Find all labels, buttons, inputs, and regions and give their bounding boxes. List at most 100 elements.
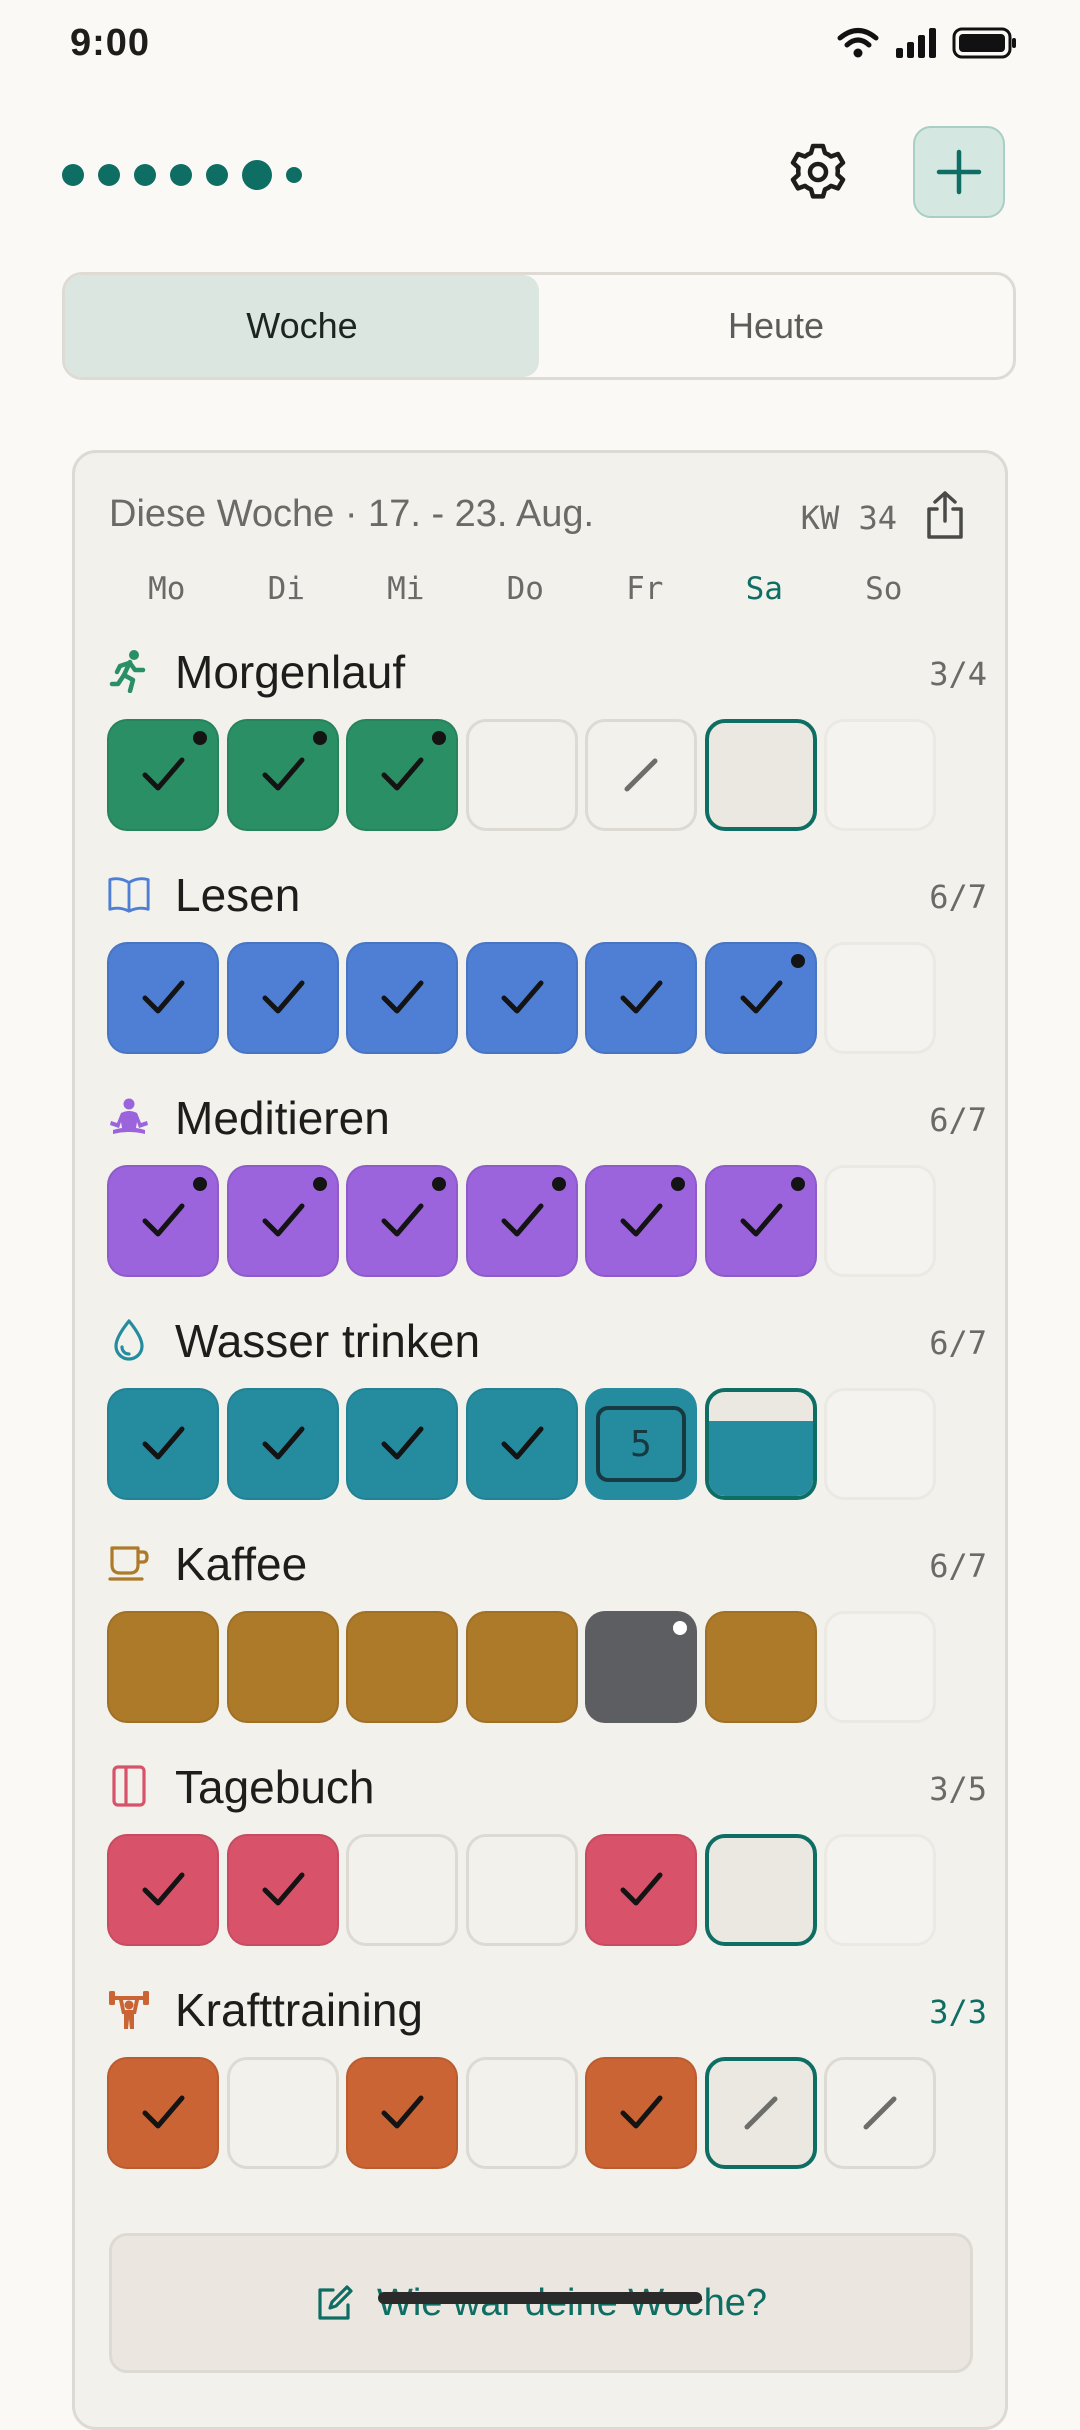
habit-day-cells: 5 — [107, 1388, 936, 1500]
habit-name: Krafttraining — [175, 1984, 424, 2036]
week-title: Diese Woche · 17. - 23. Aug. — [109, 493, 595, 535]
day-cell-done[interactable] — [346, 2057, 458, 2169]
note-indicator-dot — [193, 1177, 207, 1191]
habit-progress-count: 3/3 — [929, 1993, 987, 2031]
weekday-label: Fr — [626, 571, 664, 607]
day-cell-done[interactable] — [346, 719, 458, 831]
day-cell-done[interactable] — [585, 942, 697, 1054]
day-cell-skipped[interactable] — [824, 2057, 936, 2169]
habit-name: Tagebuch — [175, 1761, 375, 1813]
habit-day-cells — [107, 2057, 936, 2169]
day-cell-done[interactable] — [346, 942, 458, 1054]
day-cell-done[interactable] — [465, 1165, 578, 1277]
note-indicator-dot — [671, 1177, 685, 1191]
day-cell-done[interactable] — [226, 1388, 339, 1500]
habit-progress-count: 6/7 — [929, 878, 987, 916]
day-cell-empty[interactable] — [465, 719, 578, 831]
habit-day-cells — [107, 1165, 936, 1277]
day-cell-done[interactable] — [585, 2057, 697, 2169]
day-cell-done[interactable] — [346, 1611, 458, 1723]
habit-row[interactable]: Morgenlauf 3/4 — [107, 641, 987, 851]
day-cell-partial[interactable] — [704, 1388, 817, 1500]
settings-button[interactable] — [782, 136, 854, 208]
habit-name: Meditieren — [175, 1092, 390, 1144]
running-icon — [107, 649, 151, 693]
day-cell-done[interactable] — [346, 1165, 458, 1277]
day-cell-done[interactable] — [107, 719, 219, 831]
share-button[interactable] — [921, 489, 969, 541]
day-cell-empty[interactable] — [465, 1834, 578, 1946]
gear-icon — [790, 143, 846, 199]
day-cell-future[interactable] — [824, 719, 936, 831]
book-icon — [107, 872, 151, 916]
day-cell-future[interactable] — [824, 1388, 936, 1500]
plus-icon — [936, 149, 982, 195]
habit-name: Kaffee — [175, 1538, 308, 1590]
note-indicator-dot — [193, 731, 207, 745]
habit-day-cells — [107, 942, 936, 1054]
day-cell-done[interactable] — [107, 1611, 219, 1723]
tab-woche[interactable]: Woche — [65, 275, 539, 377]
day-cell-done[interactable] — [465, 942, 578, 1054]
day-cell-done[interactable] — [465, 1611, 578, 1723]
day-cell-future[interactable] — [824, 1834, 936, 1946]
signal-icon — [896, 28, 936, 58]
day-cell-done[interactable] — [585, 1165, 697, 1277]
habit-progress-count: 6/7 — [929, 1547, 987, 1585]
day-cell-empty[interactable] — [465, 2057, 578, 2169]
water-drop-icon — [107, 1318, 151, 1362]
wifi-icon — [837, 28, 879, 58]
weekday-label: Di — [267, 571, 305, 607]
note-indicator-dot — [432, 1177, 446, 1191]
day-cell-future[interactable] — [824, 942, 936, 1054]
day-cell-done[interactable] — [107, 1165, 219, 1277]
day-cell-empty[interactable] — [346, 1834, 458, 1946]
habit-name: Morgenlauf — [175, 646, 406, 698]
note-indicator-dot — [790, 1177, 805, 1191]
day-cell-empty[interactable] — [226, 2057, 339, 2169]
day-cell-done[interactable] — [704, 942, 817, 1054]
day-cell-exceeded[interactable] — [585, 1611, 697, 1723]
edit-note-icon — [318, 2285, 353, 2320]
status-time: 9:00 — [70, 22, 151, 64]
day-cell-done[interactable] — [226, 1165, 339, 1277]
calendar-week-label: KW 34 — [800, 499, 897, 537]
habit-row[interactable]: Lesen 6/7 — [107, 864, 987, 1074]
journal-icon — [107, 1764, 151, 1808]
day-cell-today[interactable] — [704, 719, 817, 831]
note-indicator-dot — [312, 1177, 327, 1191]
note-indicator-dot — [312, 731, 327, 745]
day-cell-today[interactable] — [704, 1834, 817, 1946]
day-cell-done[interactable] — [346, 1388, 458, 1500]
day-cell-future[interactable] — [824, 1611, 936, 1723]
day-cell-done[interactable] — [226, 1834, 339, 1946]
day-cell-done[interactable] — [704, 1611, 817, 1723]
tab-heute[interactable]: Heute — [539, 275, 1013, 377]
day-cell-done[interactable] — [585, 1834, 697, 1946]
day-cell-counter[interactable]: 5 — [585, 1388, 697, 1500]
habit-progress-count: 3/4 — [929, 655, 987, 693]
day-cell-done[interactable] — [107, 942, 219, 1054]
day-cell-done[interactable] — [107, 1834, 219, 1946]
habit-name: Lesen — [175, 869, 301, 921]
day-cell-done[interactable] — [226, 719, 339, 831]
habit-row[interactable]: Meditieren 6/7 — [107, 1087, 987, 1297]
home-indicator — [378, 2292, 702, 2304]
habit-row[interactable]: Wasser trinken 6/7 5 — [107, 1310, 987, 1520]
day-cell-done[interactable] — [465, 1388, 578, 1500]
day-cell-value: 5 — [596, 1406, 686, 1482]
day-cell-done[interactable] — [226, 1611, 339, 1723]
weekday-label: So — [865, 571, 903, 607]
day-cell-skipped[interactable] — [585, 719, 697, 831]
habit-row[interactable]: Tagebuch 3/5 — [107, 1756, 987, 1966]
day-cell-done[interactable] — [226, 942, 339, 1054]
day-cell-future[interactable] — [824, 1165, 936, 1277]
habit-row[interactable]: Krafttraining 3/3 — [107, 1979, 987, 2189]
habit-row[interactable]: Kaffee 6/7 — [107, 1533, 987, 1743]
day-cell-done[interactable] — [107, 2057, 219, 2169]
add-habit-button[interactable] — [913, 126, 1005, 218]
day-cell-done[interactable] — [107, 1388, 219, 1500]
day-cell-done[interactable] — [704, 1165, 817, 1277]
weekday-label: Do — [506, 571, 544, 607]
day-cell-today-skipped[interactable] — [704, 2057, 817, 2169]
